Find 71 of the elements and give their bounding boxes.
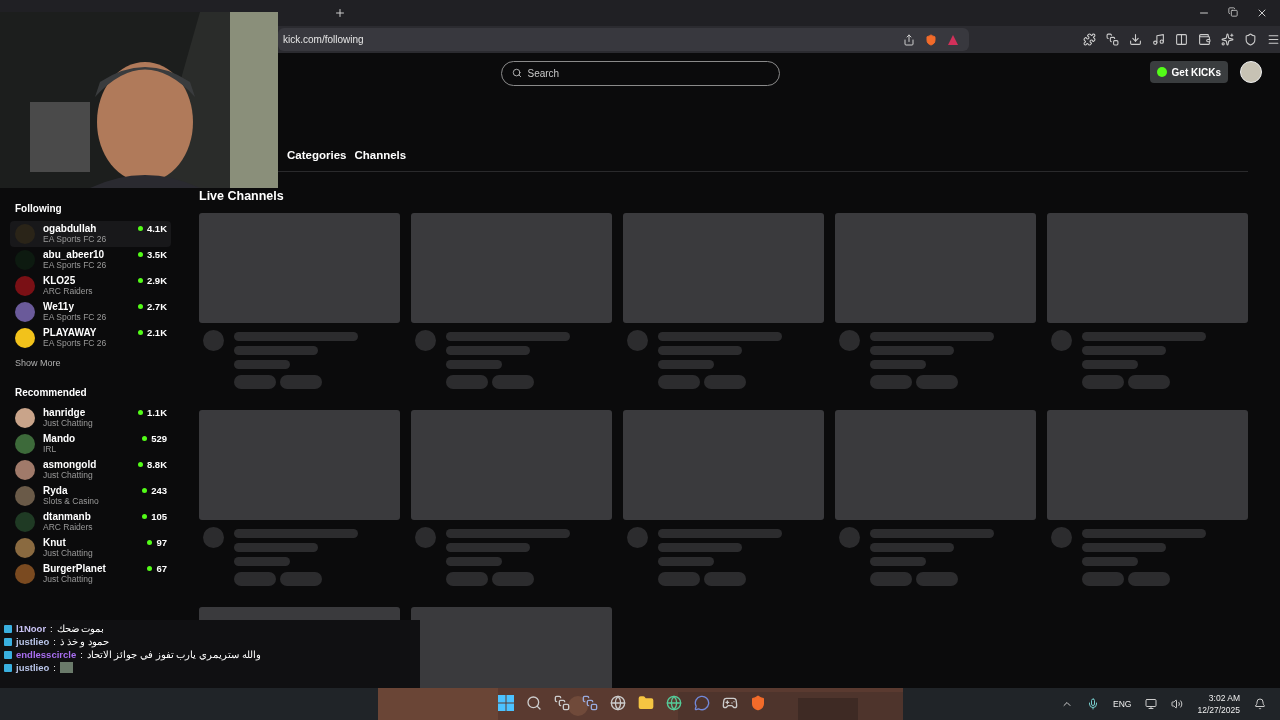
clock-time: 3:02 AM: [1208, 693, 1240, 703]
viewer-count: 529: [142, 433, 167, 444]
channel-category: EA Sports FC 26: [43, 234, 108, 244]
viewer-count: 3.5K: [137, 249, 167, 260]
viewer-count: 8.8K: [137, 459, 167, 470]
address-bar[interactable]: kick.com/following: [278, 28, 969, 51]
channel-category: EA Sports FC 26: [43, 338, 108, 348]
channel-category: Just Chatting: [43, 470, 93, 480]
channel-item[interactable]: Knut 97 Just Chatting: [10, 535, 171, 561]
show-more-link[interactable]: Show More: [10, 351, 189, 387]
viewer-count: 2.9K: [137, 275, 167, 286]
channel-category: IRL: [43, 444, 58, 454]
channel-category: ARC Raiders: [43, 286, 94, 296]
channel-item[interactable]: ogabdullah 4.1K EA Sports FC 26: [10, 221, 171, 247]
chat-message: والله ستريمري يارب تفوز في جوائز الاتحاد: [86, 649, 261, 660]
channel-category: Just Chatting: [43, 548, 94, 558]
nav-tab[interactable]: Channels: [354, 149, 407, 161]
get-kicks-button[interactable]: Get KICKs: [1149, 61, 1228, 83]
channel-item[interactable]: We11y 2.7K EA Sports FC 26: [10, 299, 171, 325]
channel-name: Ryda: [43, 485, 69, 496]
channel-name: hanridge: [43, 407, 86, 418]
channel-category: ARC Raiders: [43, 522, 94, 532]
channel-item[interactable]: abu_abeer10 3.5K EA Sports FC 26: [10, 247, 171, 273]
channel-name: BurgerPlanet: [43, 563, 107, 574]
language-indicator[interactable]: ENG: [1113, 699, 1132, 709]
chat-separator: :: [50, 623, 53, 634]
clock-date: 12/27/2025: [1197, 705, 1240, 715]
section-title: Following: [14, 203, 63, 216]
channel-name: ogabdullah: [43, 223, 98, 234]
channel-name: Mando: [43, 433, 77, 444]
viewer-count: 67: [147, 563, 167, 574]
channel-name: asmongold: [43, 459, 98, 470]
chat-separator: :: [53, 662, 56, 673]
channel-item[interactable]: asmongold 8.8K Just Chatting: [10, 457, 171, 483]
channel-name: abu_abeer10: [43, 249, 106, 260]
chat-message: بموت ضحك: [56, 623, 105, 634]
channel-item[interactable]: BurgerPlanet 67 Just Chatting: [10, 561, 171, 587]
channel-name: PLAYAWAY: [43, 327, 98, 338]
channel-category: EA Sports FC 26: [43, 312, 108, 322]
viewer-count: 1.1K: [137, 407, 167, 418]
channel-category: Slots & Casino: [43, 496, 100, 506]
viewer-count: 97: [147, 537, 167, 548]
channel-name: Knut: [43, 537, 67, 548]
channel-category: Just Chatting: [43, 418, 94, 428]
channel-item[interactable]: Ryda 243 Slots & Casino: [10, 483, 171, 509]
channel-item[interactable]: KLO25 2.9K ARC Raiders: [10, 273, 171, 299]
chat-username: justlieo: [16, 662, 50, 673]
channel-name: dtanmanb: [43, 511, 92, 522]
chat-separator: :: [80, 649, 83, 660]
channel-category: EA Sports FC 26: [43, 260, 108, 270]
viewer-count: 4.1K: [137, 223, 167, 234]
chat-separator: :: [53, 636, 56, 647]
chat-username: justlieo: [16, 636, 50, 647]
viewer-count: 243: [142, 485, 167, 496]
channel-name: KLO25: [43, 275, 77, 286]
chat-username: endlesscircle: [16, 649, 77, 660]
channel-item[interactable]: dtanmanb 105 ARC Raiders: [10, 509, 171, 535]
chat-message: حمود و خذ ذ: [59, 636, 109, 647]
section-heading: Live Channels: [199, 189, 285, 203]
viewer-count: 2.7K: [137, 301, 167, 312]
channel-name: We11y: [43, 301, 75, 312]
channel-item[interactable]: hanridge 1.1K Just Chatting: [10, 405, 171, 431]
search-placeholder: Search: [527, 67, 560, 79]
channel-item[interactable]: Mando 529 IRL: [10, 431, 171, 457]
chat-username: l1Noor: [16, 623, 47, 634]
viewer-count: 105: [142, 511, 167, 522]
channel-category: Just Chatting: [43, 574, 93, 584]
channel-item[interactable]: PLAYAWAY 2.1K EA Sports FC 26: [10, 325, 171, 351]
section-title: Recommended: [14, 387, 88, 400]
nav-tab[interactable]: Categories: [287, 149, 347, 161]
viewer-count: 2.1K: [137, 327, 167, 338]
